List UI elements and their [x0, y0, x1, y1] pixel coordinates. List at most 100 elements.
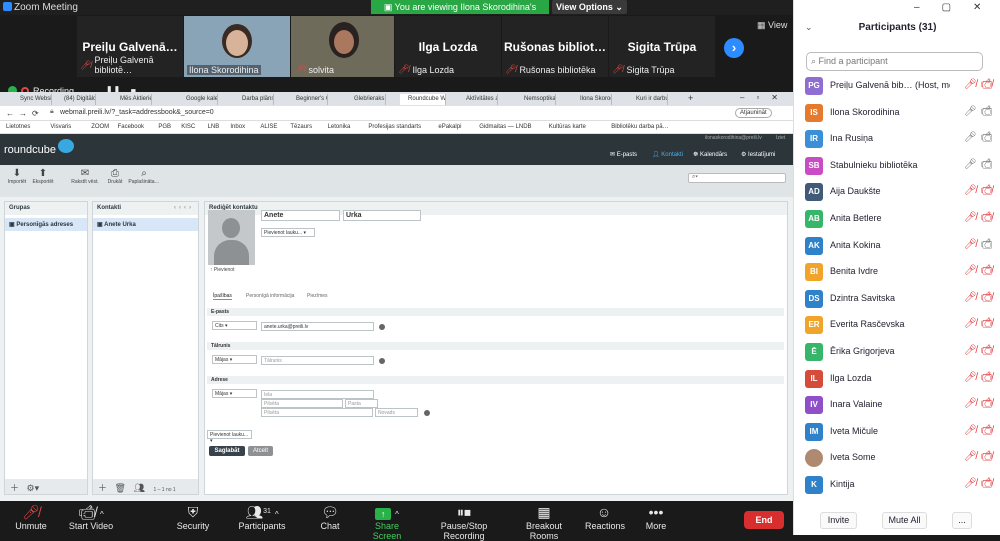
next-page-arrow-icon[interactable]: › [724, 38, 744, 58]
participant-row[interactable]: AB Anita Betlere 🎤︎̸ 📹︎̸ [794, 210, 994, 236]
nav-calendar[interactable]: ☸ Kalendārs [693, 151, 727, 158]
browser-tab[interactable]: Kuri ir darbu… [628, 94, 668, 105]
bookmark-item[interactable]: Kultūras karte [549, 124, 586, 130]
browser-tab[interactable]: Nemsoptika … [516, 94, 556, 105]
bookmark-item[interactable]: Gidmaitas — LNDB [479, 124, 531, 130]
browser-tab[interactable]: (84) Digitālo ro… [56, 94, 96, 105]
nav-mail[interactable]: ✉ E-pasts [610, 151, 637, 158]
video-off-icon[interactable]: 📹︎̸ [980, 292, 993, 303]
muted-mic-icon[interactable]: 🎤︎̸ [964, 239, 977, 250]
muted-mic-icon[interactable]: 🎤︎̸ [964, 425, 977, 436]
video-off-icon[interactable]: 📹︎̸ [980, 451, 993, 462]
video-off-icon[interactable]: 📹︎̸ [980, 265, 993, 276]
group-item-personal[interactable]: ▣ Personīgās adreses [5, 218, 87, 231]
bookmark-item[interactable]: ZOOM [91, 124, 109, 130]
gallery-tile[interactable]: Ilga Lozda 🎤︎̸ Ilga Lozda [395, 16, 501, 77]
video-off-icon[interactable]: 📹︎̸ [980, 345, 993, 356]
breakout-rooms-button[interactable]: ▦ Breakout Rooms [514, 503, 574, 541]
print-button[interactable]: ⎙ Drukāt [104, 168, 126, 185]
unmute-button[interactable]: 🎤︎̸ Unmute [12, 503, 50, 531]
end-meeting-button[interactable]: End [744, 511, 784, 529]
country-input[interactable]: Novads [375, 408, 418, 417]
participant-row[interactable]: ER Everita Rasčevska 🎤︎̸ 📹︎̸ [794, 316, 994, 342]
browser-tab-active[interactable]: Roundcube We… [400, 94, 446, 105]
gear-icon[interactable]: ⚙▾ [27, 483, 40, 493]
group-icon[interactable]: 👥︎ [133, 483, 144, 493]
add-icon[interactable]: ＋ [10, 483, 19, 493]
bookmark-item[interactable]: ePakalpi [438, 124, 461, 130]
video-icon[interactable]: 📹︎ [980, 132, 993, 143]
participant-row[interactable]: IV Inara Valaine 🎤︎̸ 📹︎̸ [794, 396, 994, 422]
participant-row[interactable]: IR Ina Rusiņa 🎤︎ 📹︎ [794, 130, 994, 156]
first-name-field[interactable]: Anete [261, 210, 340, 221]
video-off-icon[interactable]: 📹︎̸ [980, 425, 993, 436]
browser-tab[interactable]: Darba plāns [234, 94, 274, 105]
video-off-icon[interactable]: 📹︎̸ [980, 212, 993, 223]
advanced-search-button[interactable]: ⌕ Paplašināta… [128, 168, 160, 185]
security-button[interactable]: ⛨ Security [174, 503, 212, 531]
bookmark-item[interactable]: LNB [208, 124, 220, 130]
video-off-icon[interactable]: 📹︎̸ [980, 185, 993, 196]
video-off-icon[interactable]: 📹︎̸ [980, 478, 993, 489]
mic-icon[interactable]: 🎤︎ [964, 132, 977, 143]
browser-tab[interactable]: Ilona Skorod… [572, 94, 612, 105]
muted-mic-icon[interactable]: 🎤︎̸ [964, 372, 977, 383]
reactions-button[interactable]: ☺︎ Reactions [585, 503, 625, 531]
view-button[interactable]: ▦ View [757, 20, 787, 31]
pager-arrows-icon[interactable]: ‹‹‹› [174, 205, 194, 211]
participant-row[interactable]: SB Stabulnieku bibliotēka 🎤︎ 📹︎ [794, 156, 994, 183]
browser-tab[interactable]: Sync Website [12, 94, 52, 105]
gallery-tile[interactable]: Preiļu Galvenā… 🎤︎̸ Preiļu Galvenā biblio… [77, 16, 183, 77]
nav-arrows-icon[interactable]: ←→⟳ [6, 109, 44, 118]
import-button[interactable]: ⬇ Importēt [6, 168, 28, 185]
more-button[interactable]: ••• More [642, 503, 670, 531]
video-icon[interactable]: 📹︎ [980, 239, 993, 250]
export-button[interactable]: ⬆ Eksportēt [32, 168, 54, 185]
address-type-select[interactable]: Mājas ▾ [212, 389, 257, 398]
email-type-select[interactable]: Cits ▾ [212, 321, 257, 330]
pause-recording-button[interactable]: ⏸︎⏹︎ Pause/Stop Recording [424, 503, 504, 541]
email-input[interactable]: anete.urka@preili.lv [261, 322, 374, 331]
phone-input[interactable]: Tālrunis [261, 356, 374, 365]
browser-tab[interactable]: Google kalend… [178, 94, 218, 105]
browser-tab[interactable]: Beginner's G… [288, 94, 328, 105]
bookmark-item[interactable]: ALISE [260, 124, 277, 130]
invite-button[interactable]: Invite [820, 512, 857, 529]
muted-mic-icon[interactable]: 🎤︎̸ [964, 292, 977, 303]
mute-all-button[interactable]: Mute All [882, 512, 927, 529]
bookmark-item[interactable]: PGB [158, 124, 171, 130]
url-field[interactable]: webmail.preili.lv/?_task=addressbook&_so… [60, 109, 214, 116]
participant-row[interactable]: PG Preiļu Galvenā bib… (Host, me) 🎤︎̸ 📹︎̸ [794, 77, 994, 103]
contact-row[interactable]: ▣ Anete Urka [93, 218, 198, 231]
bookmark-item[interactable]: Profesijas standarts [368, 124, 421, 130]
participant-row[interactable]: IS Ilona Skorodihina 🎤︎ 📹︎ [794, 103, 994, 130]
participant-row[interactable]: AK Anita Kokina 🎤︎̸ 📹︎ [794, 236, 994, 263]
muted-mic-icon[interactable]: 🎤︎̸ [964, 318, 977, 329]
remove-field-icon[interactable] [379, 324, 385, 330]
window-controls-icon[interactable]: –▫✕ [740, 93, 790, 102]
gallery-tile-video[interactable]: 🎤︎̸ solvita [291, 16, 394, 77]
mic-icon[interactable]: 🎤︎ [964, 106, 977, 117]
participant-row[interactable]: DS Dzintra Savitska 🎤︎̸ 📹︎̸ [794, 289, 994, 316]
start-video-button[interactable]: 📹︎̸ ^ Start Video [66, 503, 116, 531]
maximize-icon[interactable]: ▢ [942, 2, 951, 13]
add-field-select[interactable]: Pievienot lauku... ▾ [261, 228, 315, 237]
muted-mic-icon[interactable]: 🎤︎̸ [964, 345, 977, 356]
add-icon[interactable]: ＋ [98, 483, 107, 493]
region-input[interactable]: Pilsēta [261, 408, 373, 417]
logout-link[interactable]: Iziet [776, 135, 785, 141]
more-options-button[interactable]: ... [952, 512, 972, 529]
chat-button[interactable]: 💬︎ Chat [318, 503, 342, 531]
bookmark-item[interactable]: Inbox [230, 124, 245, 130]
participant-row[interactable]: Iveta Some 🎤︎̸ 📹︎̸ [794, 449, 994, 475]
browser-tab[interactable]: Aktīvitātes ar… [458, 94, 498, 105]
muted-mic-icon[interactable]: 🎤︎̸ [964, 451, 977, 462]
nav-settings[interactable]: ⚙ Iestatījumi [741, 151, 775, 158]
city-input[interactable]: Pilsēta [261, 399, 343, 408]
bookmark-item[interactable]: Tēzaurs [290, 124, 312, 130]
participant-row[interactable]: Ē Ērika Grigorjeva 🎤︎̸ 📹︎̸ [794, 343, 994, 369]
tab-notes[interactable]: Piezīmes [307, 293, 328, 299]
muted-mic-icon[interactable]: 🎤︎̸ [964, 212, 977, 223]
add-field-select-bottom[interactable]: Pievienot lauku... ▾ [207, 430, 252, 444]
video-off-icon[interactable]: 📹︎̸ [980, 372, 993, 383]
